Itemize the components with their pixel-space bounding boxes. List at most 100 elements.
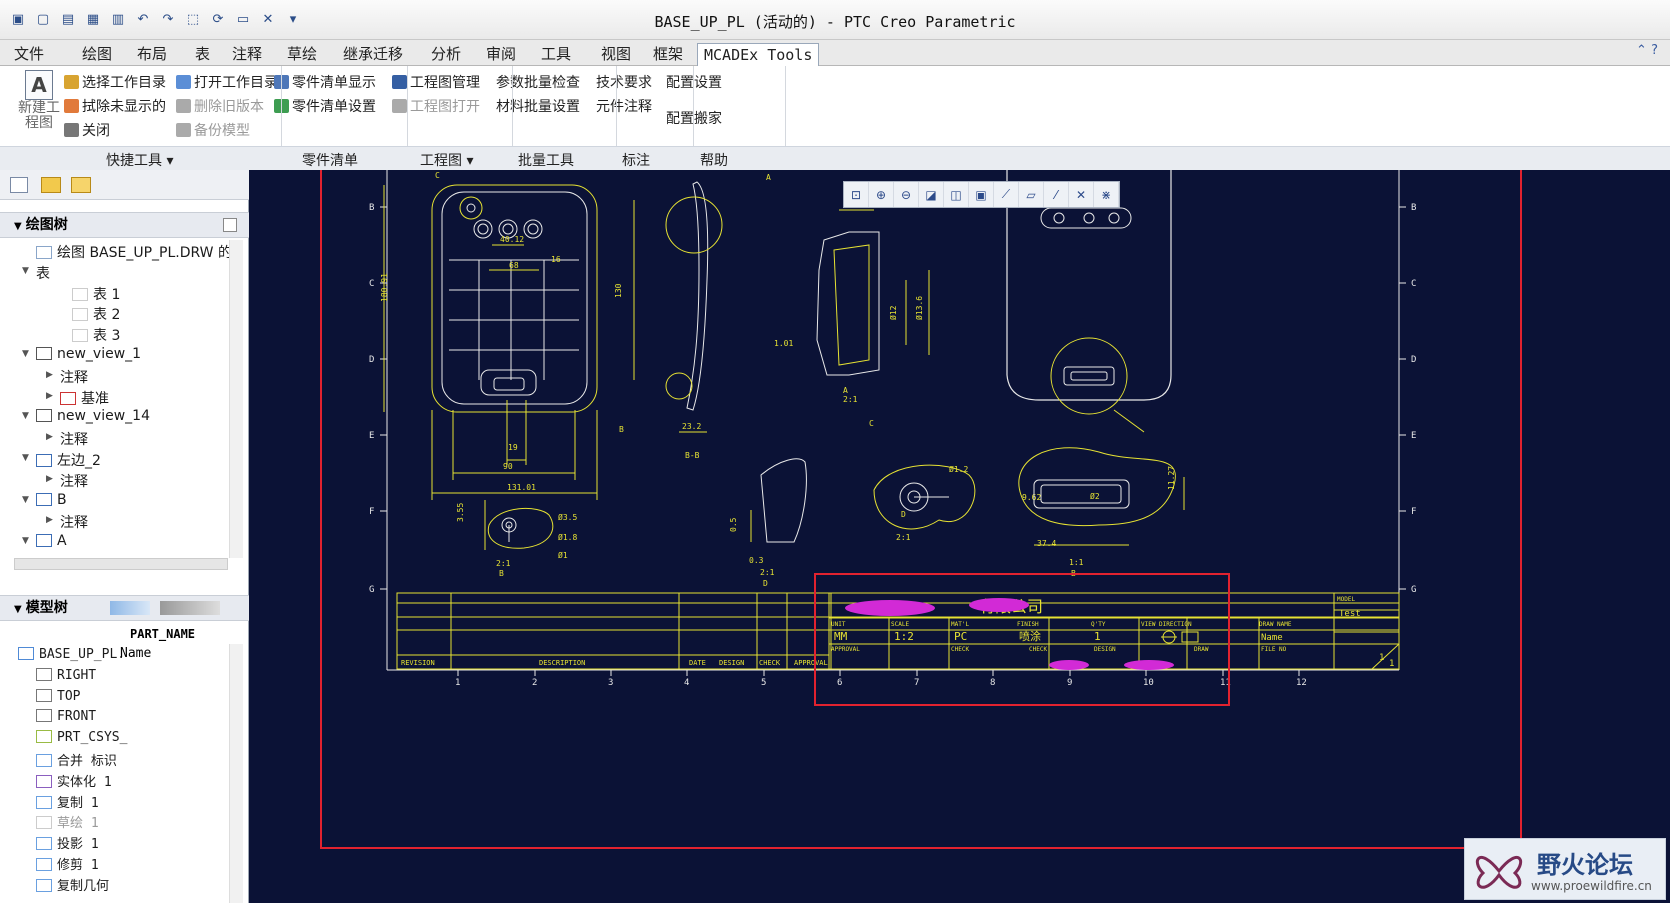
ribbon-group-label-5[interactable]: 帮助 — [700, 150, 728, 170]
ribbon-button-11[interactable]: 材料批量设置 — [496, 96, 580, 116]
ribbon-group-label-1[interactable]: 零件清单 — [302, 150, 358, 170]
tab-1[interactable]: 绘图 — [76, 43, 118, 66]
drawing-tree-item[interactable]: new_view_1 — [36, 346, 141, 362]
new-drawing-button[interactable]: A 新建工 程图 — [14, 70, 64, 131]
drawing-tree-header[interactable]: ▼ 绘图树 — [0, 212, 249, 238]
drawing-tree-item[interactable]: new_view_14 — [36, 408, 150, 424]
tab-9[interactable]: 工具 — [535, 43, 577, 66]
ribbon-button-8[interactable]: 工程图管理 — [392, 72, 480, 92]
model-tree-scrollbar[interactable] — [229, 644, 243, 903]
drawing-sheet[interactable]: B BC CD DE EF FG G1 2 3 4 5 6 7 8 9 10 11 1240.121668180.… — [249, 170, 1670, 903]
tree-scrollbar[interactable] — [229, 240, 243, 558]
zoom-in-icon[interactable]: ⊕ — [869, 182, 894, 207]
help-icon-label[interactable]: ? — [1651, 43, 1658, 58]
tab-8[interactable]: 审阅 — [480, 43, 522, 66]
tab-2[interactable]: 布局 — [131, 43, 173, 66]
detail-view-a[interactable] — [816, 209, 930, 376]
tab-4[interactable]: 注释 — [226, 43, 268, 66]
drawing-tree-item[interactable]: 注释 — [60, 512, 88, 532]
tree-toggle-icon[interactable]: ▼ — [22, 453, 29, 463]
tree-tab-icon[interactable] — [10, 177, 28, 193]
section-view-small[interactable] — [750, 458, 807, 543]
tree-toggle-icon[interactable]: ▼ — [22, 411, 29, 421]
front-view[interactable] — [383, 184, 635, 500]
tree-toggle-icon[interactable]: ▼ — [22, 495, 29, 505]
model-tree-item[interactable]: 草绘 1 — [36, 812, 99, 831]
ribbon-group-label-0[interactable]: 快捷工具 ▾ — [106, 150, 173, 170]
drawing-tree-item[interactable]: B — [36, 492, 67, 508]
repaint-icon[interactable]: ◪ — [919, 182, 944, 207]
detail-view-c[interactable] — [873, 464, 976, 530]
drawing-tree-item[interactable]: 表 3 — [72, 325, 120, 345]
model-tree-item[interactable]: 修剪 1 — [36, 854, 99, 873]
ribbon-button-10[interactable]: 参数批量检查 — [496, 72, 580, 92]
tree-hscrollbar[interactable] — [14, 558, 228, 570]
detail-view-d[interactable] — [1018, 447, 1185, 546]
model-tree-tools-icon[interactable] — [110, 601, 150, 615]
model-tree-item[interactable]: BASE_UP_PL. — [18, 646, 125, 662]
tree-toggle-icon[interactable]: ▶ — [46, 370, 53, 380]
tree-toggle-icon[interactable]: ▶ — [46, 432, 53, 442]
model-tree-item[interactable]: PRT_CSYS_ — [36, 729, 127, 745]
ribbon-button-7[interactable]: 零件清单设置 — [274, 96, 376, 116]
model-tree-item[interactable]: 投影 1 — [36, 833, 99, 852]
drawing-tree-item[interactable]: 注释 — [60, 471, 88, 491]
tree-toggle-icon[interactable]: ▶ — [46, 391, 53, 401]
ribbon-button-13[interactable]: 元件注释 — [596, 96, 652, 116]
ribbon-button-4[interactable]: 关闭 — [64, 120, 110, 140]
tab-11[interactable]: 框架 — [647, 43, 689, 66]
ribbon-button-6[interactable]: 零件清单显示 — [274, 72, 376, 92]
ribbon-group-label-4[interactable]: 标注 — [622, 150, 650, 170]
model-tree-item[interactable]: 复制 1 — [36, 792, 99, 811]
tree-toggle-icon[interactable]: ▼ — [22, 536, 29, 546]
tree-toggle-icon[interactable]: ▼ — [22, 266, 29, 276]
model-tree-item[interactable]: FRONT — [36, 708, 96, 724]
iso-view[interactable] — [1006, 170, 1172, 433]
ribbon-button-15[interactable]: 配置搬家 — [666, 108, 722, 128]
detail-view-b[interactable] — [484, 500, 554, 550]
model-tree-item[interactable]: 合并 标识 — [36, 750, 117, 769]
model-tree-settings-icon[interactable] — [160, 601, 220, 615]
zoom-out-icon[interactable]: ⊖ — [894, 182, 919, 207]
axis-display-icon[interactable]: ⁄ — [1044, 182, 1069, 207]
model-tree-item[interactable]: TOP — [36, 688, 80, 704]
tab-0[interactable]: 文件 — [8, 43, 50, 66]
saved-views-icon[interactable]: ▣ — [969, 182, 994, 207]
csys-display-icon[interactable]: ⋇ — [1094, 182, 1119, 207]
help-icon[interactable]: ⌃ ? — [1636, 43, 1658, 58]
refit-icon[interactable]: ⊡ — [844, 182, 869, 207]
ribbon-button-14[interactable]: 配置设置 — [666, 72, 722, 92]
ribbon-button-0[interactable]: 选择工作目录 — [64, 72, 166, 92]
ribbon-button-3[interactable]: 删除旧版本 — [176, 96, 264, 116]
datum-display-icon[interactable]: ⟋ — [994, 182, 1019, 207]
favorites-tab-icon[interactable] — [71, 177, 91, 193]
drawing-tree-item[interactable]: 表 — [36, 263, 50, 283]
ribbon-button-1[interactable]: 打开工作目录 — [176, 72, 278, 92]
datum-plane-icon[interactable]: ▱ — [1019, 182, 1044, 207]
tree-toggle-icon[interactable]: ▶ — [46, 474, 53, 484]
tab-3[interactable]: 表 — [189, 43, 216, 66]
tab-7[interactable]: 分析 — [425, 43, 467, 66]
model-tree-item[interactable]: 复制几何 — [36, 875, 109, 894]
drawing-tree-item[interactable]: 表 1 — [72, 284, 120, 304]
ribbon-group-label-3[interactable]: 批量工具 — [518, 150, 574, 170]
ribbon-button-9[interactable]: 工程图打开 — [392, 96, 480, 116]
ribbon-button-12[interactable]: 技术要求 — [596, 72, 652, 92]
tab-10[interactable]: 视图 — [595, 43, 637, 66]
drawing-tree-item[interactable]: A — [36, 533, 67, 549]
tree-settings-icon[interactable] — [223, 218, 237, 232]
drawing-tree-item[interactable]: 基准 — [60, 388, 109, 408]
tab-5[interactable]: 草绘 — [281, 43, 323, 66]
model-tree-header[interactable]: ▼ 模型树 — [0, 595, 249, 621]
drawing-tree-item[interactable]: 表 2 — [72, 304, 120, 324]
model-tree-item[interactable]: RIGHT — [36, 667, 96, 683]
folder-tab-icon[interactable] — [41, 177, 61, 193]
shade-icon[interactable]: ◫ — [944, 182, 969, 207]
model-tree-item[interactable]: 实体化 1 — [36, 771, 112, 790]
tab-12[interactable]: MCADEx Tools — [697, 43, 820, 66]
ribbon-group-label-2[interactable]: 工程图 ▾ — [420, 150, 473, 170]
drawing-tree-item[interactable]: 左边_2 — [36, 450, 101, 470]
section-view[interactable] — [665, 181, 723, 433]
point-display-icon[interactable]: ✕ — [1069, 182, 1094, 207]
collapse-icon[interactable]: ⌃ — [1636, 43, 1647, 58]
